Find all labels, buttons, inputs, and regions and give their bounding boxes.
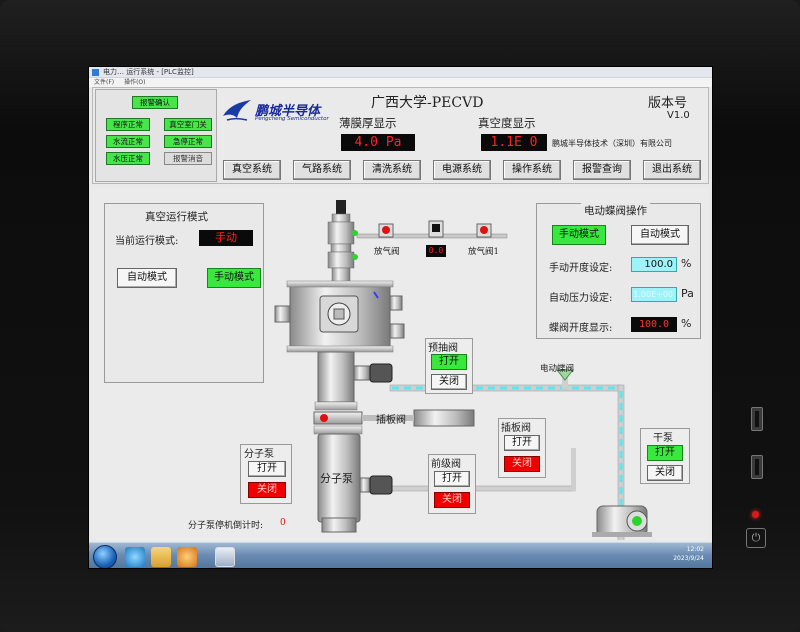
chamber-column <box>327 200 358 285</box>
start-button[interactable] <box>93 545 117 568</box>
vent-valve1-indicator[interactable] <box>480 226 488 234</box>
gate-valve-close-button[interactable]: 关闭 <box>504 456 540 472</box>
menu-operate[interactable]: 操作(O) <box>124 79 145 86</box>
taskbar: 12:02 2023/9/24 <box>89 542 712 568</box>
explorer-icon[interactable] <box>151 547 171 567</box>
usb-port <box>751 407 763 431</box>
dry-pump-body <box>592 505 652 537</box>
alarm-confirm-button[interactable]: 报警确认 <box>132 96 178 109</box>
vacuum-diagram <box>274 200 652 540</box>
molecular-pump-body-label: 分子泵 <box>320 472 353 485</box>
nav-alarm-query[interactable]: 报警查询 <box>573 160 631 180</box>
power-button[interactable]: ⏻ <box>746 528 766 548</box>
status-water-pressure: 水压正常 <box>106 152 150 165</box>
dry-pump-open-button[interactable]: 打开 <box>647 445 683 461</box>
electric-butterfly-label: 电动蝶阀 <box>540 364 575 374</box>
browser-icon[interactable] <box>125 547 145 567</box>
clock-date: 2023/9/24 <box>673 555 704 562</box>
vent-mid-value: 0.0 <box>426 245 446 257</box>
system-clock: 12:02 2023/9/24 <box>673 545 704 563</box>
fore-valve-title: 前级阀 <box>431 459 461 470</box>
gate-valve-open-button[interactable]: 打开 <box>504 435 540 451</box>
lower-column <box>314 351 393 411</box>
vacuum-value: 1.1E 0 <box>481 134 547 151</box>
page-title: 广西大学-PECVD <box>371 95 484 111</box>
window-title: 电力… 运行系统 - [PLC监控] <box>103 68 194 76</box>
gate-valve-title: 插板阀 <box>501 423 531 434</box>
nav-gas-system[interactable]: 气路系统 <box>293 160 351 180</box>
process-chamber <box>274 280 405 353</box>
usb-port <box>751 455 763 479</box>
pre-pump-open-button[interactable]: 打开 <box>431 354 467 370</box>
status-program: 程序正常 <box>106 118 150 131</box>
vacuum-label: 真空度显示 <box>478 116 536 130</box>
dry-pump-close-button[interactable]: 关闭 <box>647 465 683 481</box>
menubar: 文件(F) 操作(O) <box>89 78 712 87</box>
window-titlebar: 电力… 运行系统 - [PLC监控] <box>89 67 712 78</box>
pre-pump-valve-title: 预抽阀 <box>428 343 458 354</box>
countdown-value: 0 <box>280 518 286 528</box>
app-icon <box>92 69 99 76</box>
pre-pump-close-button[interactable]: 关闭 <box>431 374 467 390</box>
alarm-mute-button[interactable]: 报警消音 <box>164 152 212 165</box>
fore-valve-panel: 前级阀 打开 关闭 <box>428 454 476 514</box>
menu-file[interactable]: 文件(F) <box>94 79 114 86</box>
nav-clean-system[interactable]: 清洗系统 <box>363 160 421 180</box>
header: 报警确认 程序正常 真空室门关 水流正常 急停正常 水压正常 报警消音 鹏城半导… <box>92 87 709 184</box>
nav-exit-system[interactable]: 退出系统 <box>643 160 701 180</box>
main-area: 真空运行模式 当前运行模式: 手动 自动模式 手动模式 电动蝶阀操作 手动模式 … <box>92 188 709 540</box>
alarm-panel: 报警确认 程序正常 真空室门关 水流正常 急停正常 水压正常 报警消音 <box>95 89 217 182</box>
pre-pump-valve-panel: 预抽阀 打开 关闭 <box>425 338 473 394</box>
fore-valve-open-button[interactable]: 打开 <box>434 471 470 487</box>
molecular-pump-close-button[interactable]: 关闭 <box>248 482 286 498</box>
power-led <box>752 511 759 518</box>
clock-time: 12:02 <box>686 546 704 553</box>
film-thickness-label: 薄膜厚显示 <box>339 116 397 130</box>
brand-logo: 鹏城半导体 Pengcheng Semiconductor <box>221 98 333 128</box>
molecular-pump-panel: 分子泵 打开 关闭 <box>240 444 292 504</box>
version-value: V1.0 <box>667 110 690 121</box>
film-thickness-value: 4.0 Pa <box>341 134 415 151</box>
vent-valve-indicator[interactable] <box>382 226 390 234</box>
status-chamber-door: 真空室门关 <box>164 118 212 131</box>
media-icon[interactable] <box>177 547 197 567</box>
app-window-icon[interactable] <box>215 547 235 567</box>
gate-valve-label: 插板阀 <box>376 415 406 426</box>
dry-pump-title: 干泵 <box>653 433 673 444</box>
nav-power-system[interactable]: 电源系统 <box>433 160 491 180</box>
version-label: 版本号 <box>648 96 688 111</box>
screen: 电力… 运行系统 - [PLC监控] 文件(F) 操作(O) 报警确认 程序正常… <box>88 66 713 569</box>
bird-logo-icon <box>223 100 251 121</box>
nav-vacuum-system[interactable]: 真空系统 <box>223 160 281 180</box>
brand-subtitle: Pengcheng Semiconductor <box>255 116 329 122</box>
company-name: 鹏城半导体技术（深圳）有限公司 <box>552 139 672 148</box>
gate-valve-panel: 插板阀 打开 关闭 <box>498 418 546 478</box>
molecular-pump-title: 分子泵 <box>244 449 274 460</box>
vent-valve1-label: 放气阀1 <box>468 247 499 257</box>
status-emergency-stop: 急停正常 <box>164 135 212 148</box>
status-water-flow: 水流正常 <box>106 135 150 148</box>
vent-valve-label: 放气阀 <box>374 247 400 257</box>
molecular-pump-open-button[interactable]: 打开 <box>248 461 286 477</box>
fore-valve-close-button[interactable]: 关闭 <box>434 492 470 508</box>
dry-pump-panel: 干泵 打开 关闭 <box>640 428 690 484</box>
nav-operation-system[interactable]: 操作系统 <box>503 160 561 180</box>
countdown-label: 分子泵停机倒计时: <box>188 521 264 531</box>
